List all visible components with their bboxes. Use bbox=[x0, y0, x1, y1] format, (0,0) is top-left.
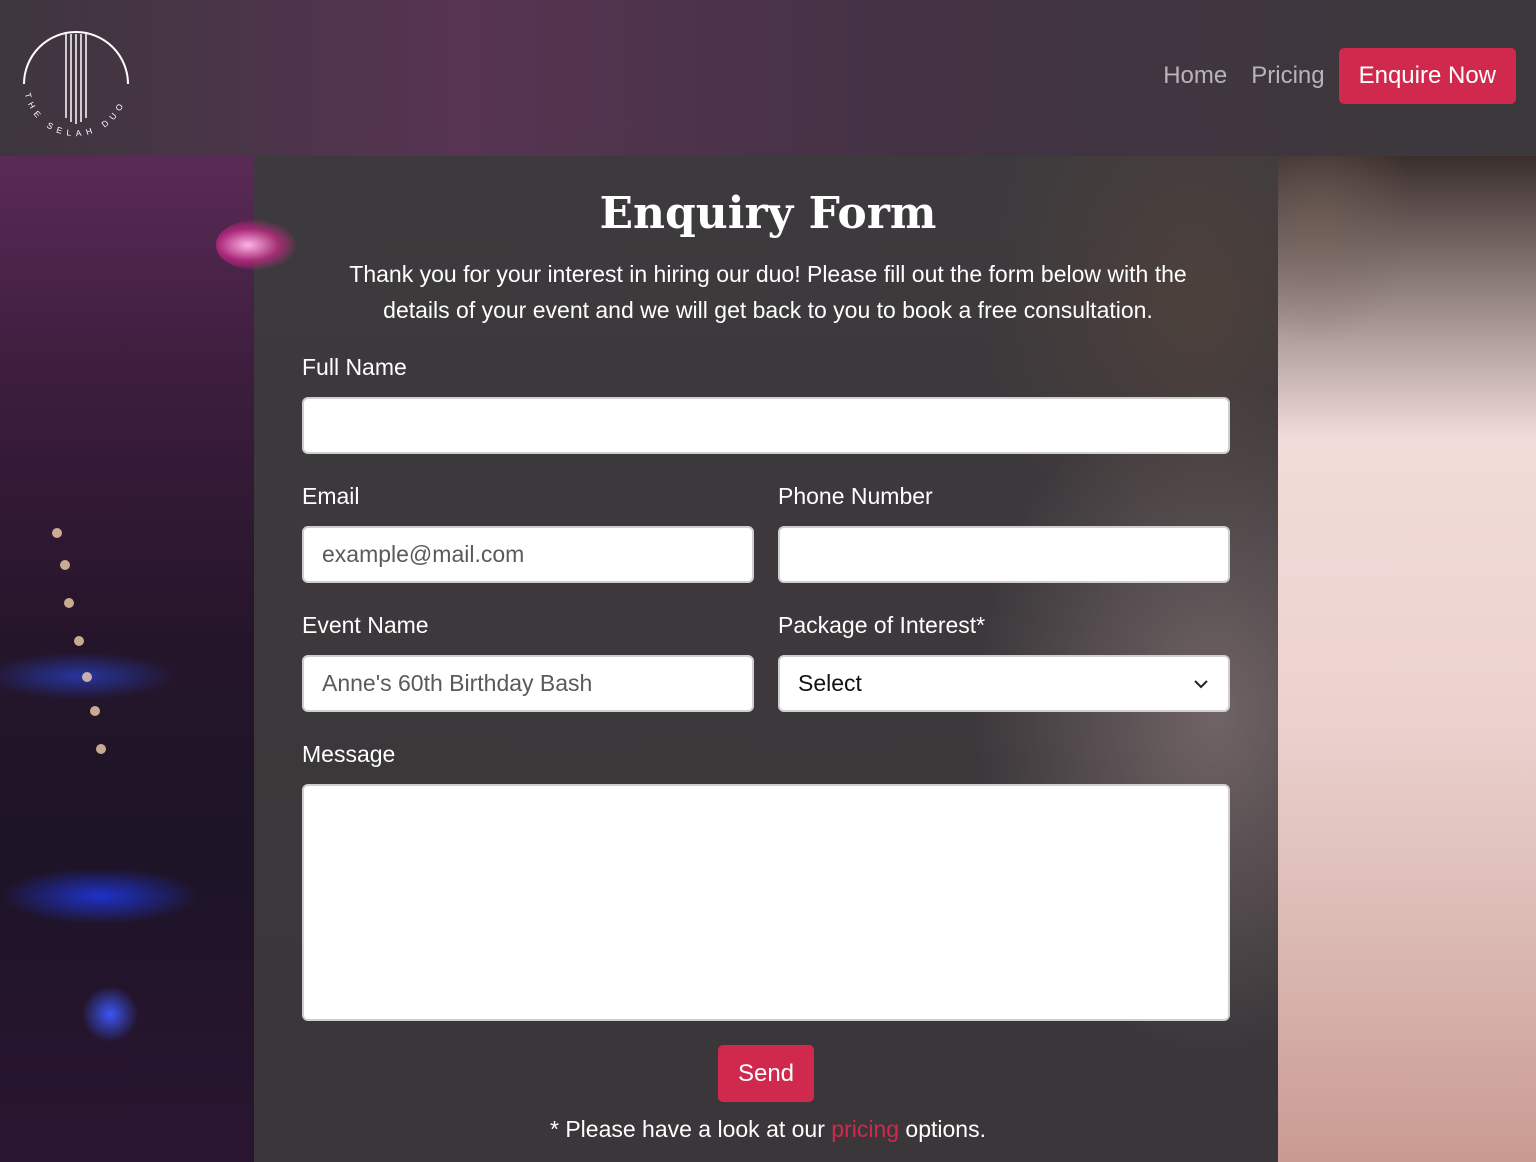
phone-label: Phone Number bbox=[778, 483, 933, 509]
email-label: Email bbox=[302, 483, 360, 509]
bokeh-light bbox=[52, 528, 62, 538]
event-name-placeholder: Anne's 60th Birthday Bash bbox=[322, 670, 593, 696]
package-label: Package of Interest* bbox=[778, 612, 986, 638]
event-name-input[interactable]: Anne's 60th Birthday Bash bbox=[302, 655, 754, 712]
package-selected-value: Select bbox=[798, 670, 862, 696]
bokeh-light bbox=[96, 744, 106, 754]
bokeh-light bbox=[90, 706, 100, 716]
main-nav: Home Pricing Enquire Now bbox=[1151, 48, 1516, 104]
selah-duo-logo[interactable]: THE SELAH DUO bbox=[18, 22, 134, 138]
svg-text:THE SELAH DUO: THE SELAH DUO bbox=[23, 91, 128, 138]
message-label: Message bbox=[302, 741, 396, 767]
phone-input[interactable] bbox=[778, 526, 1230, 583]
enquire-now-button[interactable]: Enquire Now bbox=[1338, 48, 1516, 104]
full-name-label: Full Name bbox=[302, 354, 407, 380]
bokeh-light bbox=[64, 598, 74, 608]
pricing-footnote: * Please have a look at our pricing opti… bbox=[0, 1116, 1536, 1143]
message-textarea[interactable] bbox=[302, 784, 1230, 1021]
email-input[interactable]: example@mail.com bbox=[302, 526, 754, 583]
logo-text: THE SELAH DUO bbox=[23, 91, 128, 138]
footnote-text-before: * Please have a look at our bbox=[549, 1116, 832, 1142]
bokeh-light bbox=[74, 636, 84, 646]
bokeh-light bbox=[60, 560, 70, 570]
page-title: Enquiry Form bbox=[599, 188, 937, 239]
nav-pricing-link[interactable]: Pricing bbox=[1239, 48, 1336, 104]
package-select[interactable]: Select bbox=[778, 655, 1230, 712]
footnote-text-after: options. bbox=[899, 1116, 986, 1142]
background-right-panel bbox=[1278, 156, 1536, 1162]
full-name-input[interactable] bbox=[302, 397, 1230, 454]
nav-home-link[interactable]: Home bbox=[1151, 48, 1239, 104]
intro-text: Thank you for your interest in hiring ou… bbox=[349, 261, 1187, 323]
footnote-pricing-link[interactable]: pricing bbox=[831, 1116, 899, 1142]
background-left-panel bbox=[0, 156, 254, 1162]
event-name-label: Event Name bbox=[302, 612, 429, 638]
chevron-down-icon bbox=[1194, 679, 1208, 688]
bokeh-light bbox=[82, 672, 92, 682]
email-placeholder: example@mail.com bbox=[322, 541, 525, 567]
send-button[interactable]: Send bbox=[718, 1045, 814, 1102]
